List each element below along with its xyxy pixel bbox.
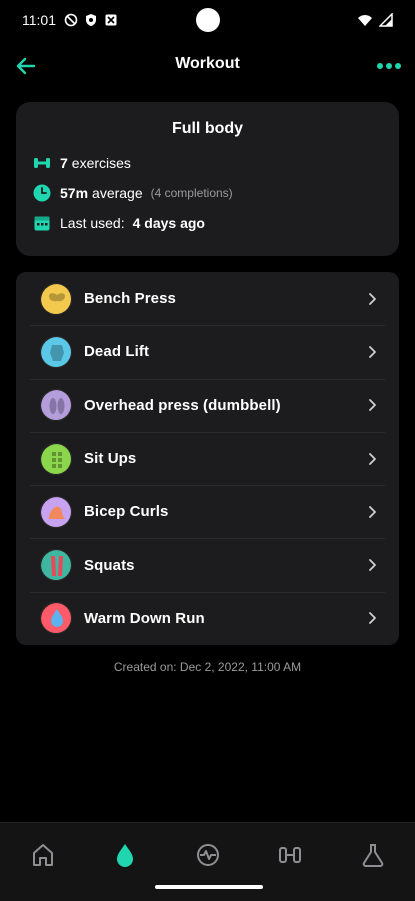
average-time-stat: 57m average (4 completions) [32, 182, 383, 204]
front-camera [196, 8, 220, 32]
chevron-right-icon [369, 559, 376, 572]
divider [30, 591, 385, 593]
back-icon [40, 335, 72, 368]
chevron-right-icon [369, 399, 376, 412]
exercise-name: Warm Down Run [84, 609, 205, 627]
exercise-name: Dead Lift [84, 343, 150, 361]
bottom-navigation [0, 822, 415, 901]
more-horizontal-icon [377, 63, 401, 69]
calendar-icon [32, 213, 52, 233]
exercise-name: Sit Ups [84, 450, 137, 468]
chevron-right-icon [369, 292, 376, 305]
workout-summary-card: Full body 7 exercises 57m average (4 com… [16, 102, 399, 256]
dumbbell-icon [279, 847, 301, 863]
chevron-right-icon [369, 505, 376, 518]
biceps-icon [40, 495, 72, 528]
status-time: 11:01 [22, 12, 56, 28]
flask-icon [362, 844, 384, 867]
home-icon [33, 844, 53, 866]
exercise-name: Bicep Curls [84, 503, 169, 521]
divider [30, 538, 385, 540]
exercise-item[interactable]: Dead Lift [16, 325, 399, 378]
more-options-button[interactable] [373, 50, 405, 82]
chevron-right-icon [369, 346, 376, 358]
exercise-list: Bench Press Dead Lift Overhead press (dumb… [16, 272, 399, 645]
exercise-item[interactable]: Sit Ups [16, 431, 399, 485]
exercise-name: Overhead press (dumbbell) [84, 396, 281, 414]
nav-exercises[interactable] [272, 837, 308, 873]
divider [30, 325, 385, 327]
exercise-item[interactable]: Bench Press [16, 272, 399, 325]
chevron-right-icon [369, 452, 376, 465]
exercise-item[interactable]: Overhead press (dumbbell) [16, 378, 399, 432]
exercises-count: 7 [60, 155, 68, 171]
wifi-icon [358, 15, 372, 26]
chevron-right-icon [369, 612, 376, 625]
cardio-drop-icon [40, 602, 72, 635]
exercise-item[interactable]: Squats [16, 538, 399, 591]
shield-icon [86, 14, 96, 26]
notification-icon [105, 14, 117, 26]
nav-lab[interactable] [355, 837, 391, 873]
completions-count: (4 completions) [150, 186, 233, 200]
exercises-label: exercises [71, 155, 131, 171]
workout-drop-icon [117, 844, 133, 867]
signal-icon [379, 13, 393, 27]
legs-icon [40, 549, 72, 582]
do-not-disturb-icon [64, 13, 78, 27]
divider [30, 378, 385, 380]
page-title: Workout [175, 55, 240, 72]
exercise-name: Bench Press [84, 290, 176, 308]
workout-name: Full body [171, 120, 244, 137]
chest-icon [40, 282, 72, 315]
exercise-item[interactable]: Bicep Curls [16, 485, 399, 538]
last-used-label: Last used: [60, 215, 125, 231]
average-label: average [92, 185, 143, 201]
average-time-value: 57m [60, 185, 89, 201]
created-on-text: Created on: Dec 2, 2022, 11:00 AM [113, 660, 302, 674]
abs-icon [40, 442, 72, 475]
activity-icon [197, 844, 219, 866]
exercise-item[interactable]: Warm Down Run [16, 591, 399, 645]
nav-activity[interactable] [190, 837, 226, 873]
nav-home[interactable] [25, 837, 61, 873]
home-indicator[interactable] [155, 885, 263, 889]
nav-workouts[interactable] [107, 837, 143, 873]
exercise-name: Squats [84, 556, 135, 574]
dumbbell-icon [32, 153, 52, 173]
exercises-stat: 7 exercises [32, 152, 383, 174]
shoulders-icon [40, 389, 72, 422]
divider [30, 431, 385, 433]
divider [30, 485, 385, 487]
last-used-value: 4 days ago [132, 215, 205, 231]
timer-icon [32, 183, 52, 203]
last-used-stat: Last used: 4 days ago [32, 212, 383, 234]
app-bar: Workout [0, 42, 415, 90]
